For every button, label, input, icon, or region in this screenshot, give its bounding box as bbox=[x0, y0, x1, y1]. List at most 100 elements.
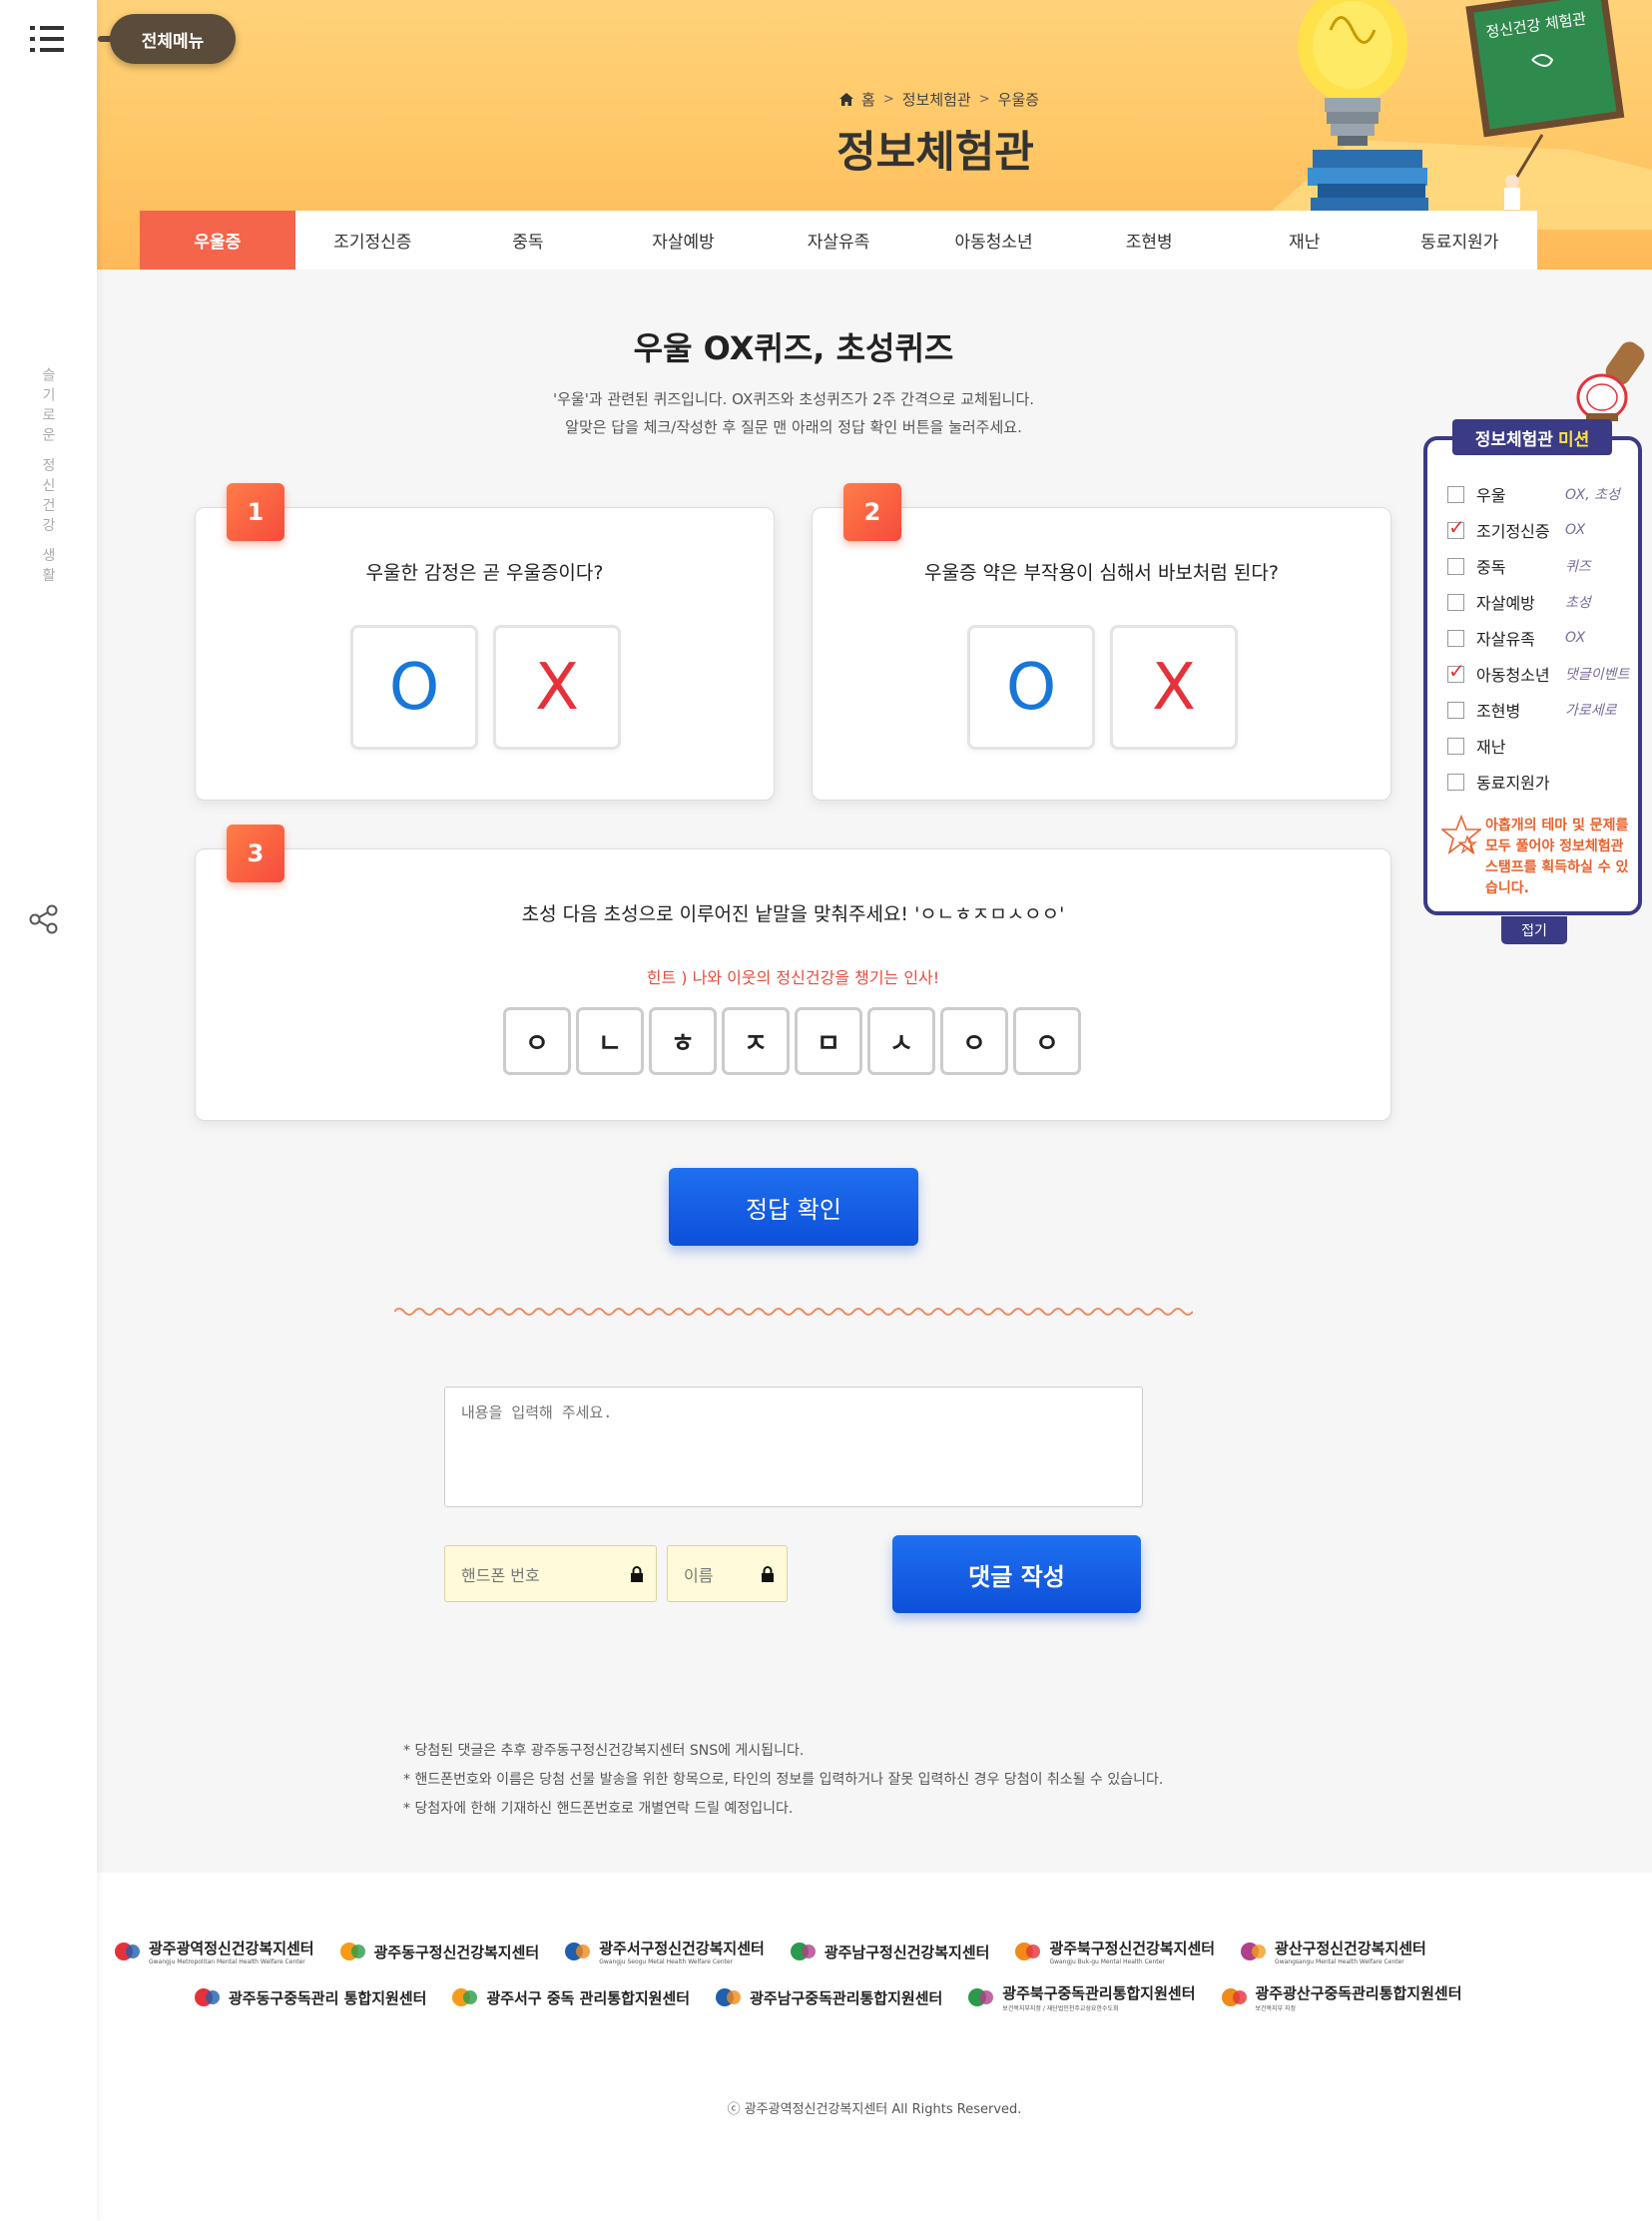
logo-row-2: 광주동구중독관리 통합지원센터 광주서구 중독 관리통합지원센터 광주남구중독관리통… bbox=[113, 1974, 1560, 2020]
lock-icon bbox=[631, 1566, 643, 1582]
mission-item[interactable]: 우울 OX, 초성 bbox=[1447, 476, 1632, 512]
all-menu-button[interactable]: 전체메뉴 bbox=[110, 14, 236, 64]
mission-item-tag: OX bbox=[1565, 630, 1586, 646]
chosung-box[interactable]: ㅇ bbox=[503, 1007, 571, 1075]
chosung-box[interactable]: ㄴ bbox=[576, 1007, 644, 1075]
note-line: * 핸드폰번호와 이름은 당첨 선물 발송을 위한 항목으로, 타인의 정보를 … bbox=[403, 1772, 1164, 1788]
mission-checkbox[interactable] bbox=[1447, 557, 1464, 575]
phone-input[interactable]: 핸드폰 번호 bbox=[444, 1545, 657, 1602]
comment-textarea[interactable] bbox=[444, 1387, 1143, 1507]
hamburger-menu-icon[interactable] bbox=[30, 26, 64, 52]
logo-text: 광주동구정신건강복지센터 bbox=[374, 1942, 540, 1962]
write-comment-button[interactable]: 댓글 작성 bbox=[892, 1535, 1141, 1613]
mission-checkbox[interactable] bbox=[1447, 737, 1464, 755]
footer: 광주광역정신건강복지센터 Gwangju Metropolitan Mental … bbox=[97, 1873, 1652, 2221]
partner-logo[interactable]: 광주남구중독관리통합지원센터 bbox=[714, 1984, 942, 2010]
chevron-right-icon: > bbox=[882, 92, 894, 107]
partner-logo[interactable]: 광주북구중독관리통합지원센터 보건복지부지정 / 재단법인천주교성요한수도회 bbox=[966, 1982, 1196, 2012]
mission-checkbox[interactable] bbox=[1447, 659, 1465, 683]
quiz-hint: 힌트 ) 나와 이웃의 정신건강을 챙기는 인사! bbox=[646, 968, 940, 987]
breadcrumb-level1[interactable]: 정보체험관 bbox=[902, 89, 971, 110]
logo-name: 광주광산구중독관리통합지원센터 bbox=[1255, 1984, 1462, 2002]
mission-fold-button[interactable]: 접기 bbox=[1501, 916, 1567, 944]
partner-logo[interactable]: 광주동구정신건강복지센터 bbox=[338, 1939, 540, 1964]
partner-logo[interactable]: 광주광산구중독관리통합지원센터보건복지부 지정 bbox=[1220, 1982, 1462, 2012]
note-line: * 당첨자에 한해 기재하신 핸드폰번호로 개별연락 드릴 예정입니다. bbox=[403, 1801, 794, 1817]
partner-logo[interactable]: 광주남구정신건강복지센터 bbox=[789, 1939, 990, 1964]
mission-item-label: 조기정신증 bbox=[1476, 522, 1550, 541]
mission-checkbox[interactable] bbox=[1447, 773, 1464, 791]
organization-logo-icon bbox=[968, 1988, 994, 2006]
mission-item[interactable]: 자살예방 초성 bbox=[1447, 584, 1632, 620]
quiz-card-1: 우울한 감정은 곧 우울증이다? O X bbox=[195, 507, 775, 801]
mission-item[interactable]: 재난 bbox=[1447, 728, 1632, 764]
logo-text: 광주북구정신건강복지센터 Gwangju Buk-gu Mental Health… bbox=[1049, 1938, 1215, 1965]
tab-youth[interactable]: 아동청소년 bbox=[916, 211, 1072, 270]
tab-peer-supporter[interactable]: 동료지원가 bbox=[1382, 211, 1538, 270]
chosung-box[interactable]: ㅁ bbox=[795, 1007, 862, 1075]
mission-item[interactable]: 중독 퀴즈 bbox=[1447, 548, 1632, 584]
mission-item-tag: OX bbox=[1565, 522, 1586, 538]
partner-logo[interactable]: 광주서구 중독 관리통합지원센터 bbox=[450, 1984, 690, 2010]
partner-logo[interactable]: 광주광역정신건강복지센터 Gwangju Metropolitan Mental … bbox=[113, 1938, 314, 1965]
mission-item[interactable]: 자살유족 OX bbox=[1447, 620, 1632, 656]
mission-item-label: 우울 bbox=[1476, 486, 1506, 505]
chosung-input-row: ㅇ ㄴ ㅎ ㅈ ㅁ ㅅ ㅇ ㅇ bbox=[503, 1007, 1081, 1075]
chevron-right-icon: > bbox=[978, 92, 990, 107]
organization-logo-icon bbox=[195, 1988, 220, 2006]
tab-addiction[interactable]: 중독 bbox=[450, 211, 606, 270]
mission-item[interactable]: 동료지원가 bbox=[1447, 764, 1632, 800]
chosung-box[interactable]: ㅅ bbox=[867, 1007, 935, 1075]
mission-checkbox[interactable] bbox=[1447, 485, 1464, 503]
mission-item-tag: 댓글이벤트 bbox=[1565, 667, 1630, 683]
logo-subtitle: Gwangju Buk-gu Mental Health Center bbox=[1049, 1958, 1165, 1965]
answer-x-button-1[interactable]: X bbox=[493, 625, 621, 750]
chosung-box[interactable]: ㅈ bbox=[722, 1007, 790, 1075]
mission-item[interactable]: 아동청소년 댓글이벤트 bbox=[1447, 656, 1632, 692]
left-rail: 슬기로운 정신건강 생활 bbox=[0, 0, 97, 2221]
mission-checkbox[interactable] bbox=[1447, 629, 1464, 647]
partner-logo[interactable]: 광주동구중독관리 통합지원센터 bbox=[193, 1984, 426, 2010]
mission-checkbox[interactable] bbox=[1447, 593, 1464, 611]
logo-subtitle: 보건복지부 지정 bbox=[1255, 2005, 1297, 2012]
logo-name: 광주남구중독관리통합지원센터 bbox=[750, 1988, 943, 2007]
logo-text: 광주서구정신건강복지센터 Gwangju Seogu Metal Health W… bbox=[599, 1938, 765, 1965]
quiz-question-2: 우울증 약은 부작용이 심해서 바보처럼 된다? bbox=[924, 562, 1279, 584]
chosung-box[interactable]: ㅎ bbox=[649, 1007, 717, 1075]
quiz-number-badge-3: 3 bbox=[227, 825, 284, 882]
lightbulb-chalkboard-illustration: 정신건강 체험관 bbox=[1273, 0, 1652, 230]
answer-o-button-2[interactable]: O bbox=[967, 625, 1095, 750]
tab-early-psychosis[interactable]: 조기정신증 bbox=[295, 211, 451, 270]
partner-logo[interactable]: 광주서구정신건강복지센터 Gwangju Seogu Metal Health W… bbox=[563, 1938, 765, 1965]
logo-name: 광주서구 중독 관리통합지원센터 bbox=[486, 1988, 691, 2007]
mission-item[interactable]: 조기정신증 OX bbox=[1447, 512, 1632, 548]
tab-suicide-bereaved[interactable]: 자살유족 bbox=[761, 211, 916, 270]
logo-row-1: 광주광역정신건강복지센터 Gwangju Metropolitan Mental … bbox=[113, 1929, 1560, 1974]
mission-checkbox[interactable] bbox=[1447, 515, 1465, 539]
partner-logo[interactable]: 광주북구정신건강복지센터 Gwangju Buk-gu Mental Health… bbox=[1013, 1938, 1215, 1965]
home-icon[interactable] bbox=[839, 93, 853, 106]
check-answer-button[interactable]: 정답 확인 bbox=[669, 1168, 918, 1246]
chosung-box[interactable]: ㅇ bbox=[1013, 1007, 1081, 1075]
mission-item-label: 자살유족 bbox=[1476, 630, 1535, 649]
share-icon[interactable] bbox=[28, 903, 60, 935]
partner-logo[interactable]: 광산구정신건강복지센터 Gwangsangu Mental Health Welf… bbox=[1239, 1938, 1426, 1965]
mission-item-tag: 초성 bbox=[1565, 595, 1591, 611]
name-input[interactable]: 이름 bbox=[667, 1545, 788, 1602]
tab-depression[interactable]: 우울증 bbox=[140, 211, 295, 270]
chosung-box[interactable]: ㅇ bbox=[940, 1007, 1008, 1075]
breadcrumb-level2[interactable]: 우울증 bbox=[998, 89, 1039, 110]
partner-logos: 광주광역정신건강복지센터 Gwangju Metropolitan Mental … bbox=[113, 1929, 1560, 2020]
page-title: 정보체험관 bbox=[836, 128, 1034, 178]
tab-suicide-prevention[interactable]: 자살예방 bbox=[606, 211, 762, 270]
answer-o-button-1[interactable]: O bbox=[350, 625, 478, 750]
mission-item-tag: OX, 초성 bbox=[1565, 487, 1620, 503]
mission-item[interactable]: 조현병 가로세로 bbox=[1447, 692, 1632, 728]
logo-name: 광주남구정신건강복지센터 bbox=[824, 1943, 990, 1961]
tab-disaster[interactable]: 재난 bbox=[1227, 211, 1382, 270]
breadcrumb-home[interactable]: 홈 bbox=[861, 89, 875, 110]
mission-checkbox[interactable] bbox=[1447, 701, 1464, 719]
answer-x-button-2[interactable]: X bbox=[1110, 625, 1238, 750]
logo-subtitle: 보건복지부지정 / 재단법인천주교성요한수도회 bbox=[1002, 2005, 1119, 2012]
tab-schizophrenia[interactable]: 조현병 bbox=[1071, 211, 1227, 270]
